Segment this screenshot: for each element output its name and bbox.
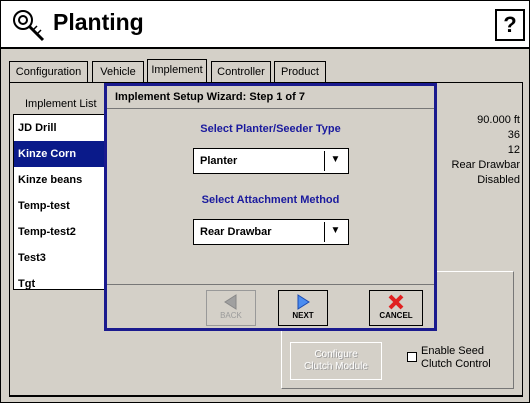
- configure-label: Configure: [314, 349, 358, 360]
- planter-type-value: Planter: [200, 155, 238, 167]
- implement-properties: 90.000 ft 36 12 Rear Drawbar Disabled: [436, 113, 520, 188]
- planter-type-dropdown[interactable]: Planter ▼: [193, 148, 349, 174]
- property-value: Disabled: [477, 174, 520, 186]
- help-button[interactable]: ?: [495, 9, 525, 41]
- list-item[interactable]: JD Drill: [14, 115, 108, 141]
- cancel-button[interactable]: CANCEL: [369, 290, 423, 326]
- bottom-divider: [9, 396, 523, 397]
- wizard-title: Implement Setup Wizard: Step 1 of 7: [115, 91, 305, 103]
- implement-list[interactable]: JD Drill Kinze Corn Kinze beans Temp-tes…: [13, 114, 109, 290]
- next-label: NEXT: [292, 311, 314, 320]
- right-arrow-icon: [279, 293, 327, 311]
- chevron-down-icon: ▼: [324, 151, 346, 171]
- implement-list-label: Implement List: [25, 98, 97, 110]
- page-title: Planting: [53, 9, 144, 35]
- list-item[interactable]: Tgt: [14, 271, 108, 289]
- property-value: Rear Drawbar: [451, 159, 520, 171]
- list-item[interactable]: Test3: [14, 245, 108, 271]
- attachment-method-value: Rear Drawbar: [200, 226, 272, 238]
- attachment-method-dropdown[interactable]: Rear Drawbar ▼: [193, 219, 349, 245]
- divider: [107, 108, 434, 109]
- header-bar: Planting ?: [1, 1, 529, 49]
- enable-seed-clutch-label: Enable Seed Clutch Control: [421, 345, 491, 371]
- tab-implement[interactable]: Implement: [147, 59, 207, 83]
- list-item-selected[interactable]: Kinze Corn: [14, 141, 108, 167]
- clutch-control-label: Clutch Control: [421, 358, 491, 370]
- property-value: 36: [507, 129, 520, 141]
- divider: [107, 284, 434, 285]
- next-button[interactable]: NEXT: [278, 290, 328, 326]
- tab-vehicle[interactable]: Vehicle: [92, 61, 144, 83]
- property-value: 90.000 ft: [477, 114, 520, 126]
- tab-controller[interactable]: Controller: [211, 61, 271, 83]
- attachment-method-prompt: Select Attachment Method: [201, 194, 340, 206]
- list-item[interactable]: Temp-test: [14, 193, 108, 219]
- back-label: BACK: [220, 311, 242, 320]
- chevron-down-icon: ▼: [324, 222, 346, 242]
- planting-window: Planting ? Configuration Vehicle Impleme…: [0, 0, 530, 403]
- enable-seed-label: Enable Seed: [421, 345, 484, 357]
- list-item[interactable]: Temp-test2: [14, 219, 108, 245]
- list-item[interactable]: Kinze beans: [14, 167, 108, 193]
- implement-setup-wizard-dialog: Implement Setup Wizard: Step 1 of 7 Sele…: [104, 83, 437, 331]
- enable-seed-clutch-checkbox[interactable]: [407, 352, 417, 362]
- wrench-gear-icon: [9, 6, 47, 44]
- planter-type-prompt: Select Planter/Seeder Type: [200, 123, 341, 135]
- configure-clutch-module-button[interactable]: Configure Clutch Module: [290, 342, 382, 380]
- tab-configuration[interactable]: Configuration: [9, 61, 88, 83]
- tab-product[interactable]: Product: [274, 61, 326, 83]
- clutch-module-label: Clutch Module: [304, 361, 368, 372]
- property-value: 12: [507, 144, 520, 156]
- cancel-x-icon: [370, 293, 422, 311]
- left-arrow-icon: [207, 293, 255, 311]
- cancel-label: CANCEL: [379, 311, 413, 320]
- back-button[interactable]: BACK: [206, 290, 256, 326]
